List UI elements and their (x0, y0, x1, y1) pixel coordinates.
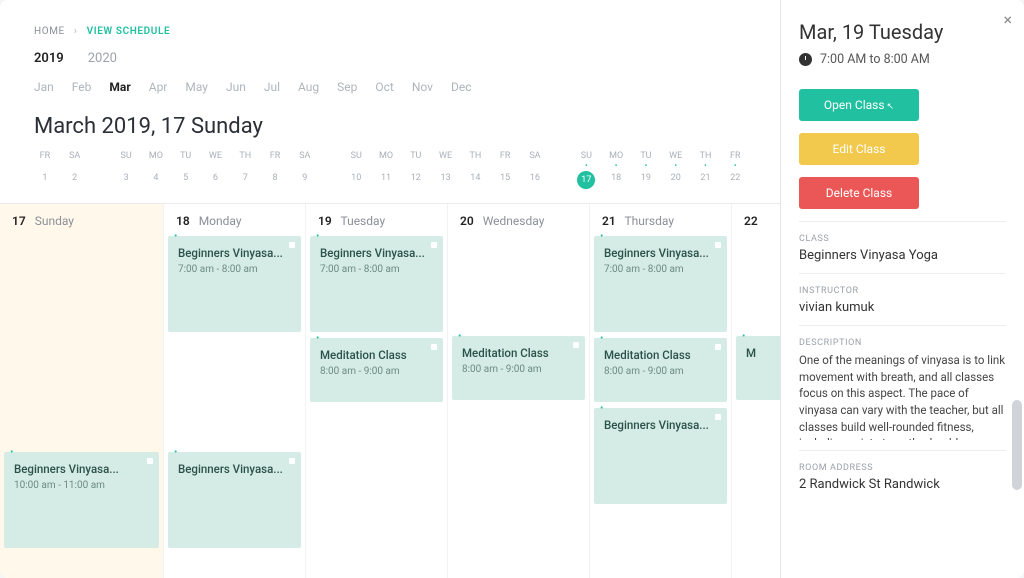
day-header: 19 Tuesday (306, 204, 447, 236)
description-value: One of the meanings of vinyasa is to lin… (799, 352, 1006, 440)
year-option[interactable]: 2019 (34, 51, 64, 66)
panel-time: 7:00 AM to 8:00 AM (799, 52, 1006, 67)
month-selector: Jan Feb Mar Apr May Jun Jul Aug Sep Oct Nov Dec (0, 80, 780, 114)
date-cell[interactable]: MO11 (371, 151, 401, 189)
event-card[interactable]: •Beginners Vinyasa...10:00 am - 11:00 am (4, 452, 159, 548)
close-icon[interactable]: × (1003, 10, 1012, 29)
day-header: 22 (732, 204, 780, 236)
open-class-button[interactable]: Open Class↖ (799, 89, 919, 121)
date-cell[interactable]: WE6 (201, 151, 231, 189)
day-column: 17 Sunday •Beginners Vinyasa...10:00 am -… (0, 204, 164, 578)
date-cell[interactable]: MO18 (601, 151, 631, 189)
date-cell[interactable]: WE20 (661, 151, 691, 189)
year-selector: 2019 2020 (0, 51, 780, 80)
event-card[interactable]: •Meditation Class8:00 am - 9:00 am (310, 338, 443, 402)
day-header: 20 Wednesday (448, 204, 589, 236)
panel-date: Mar, 19 Tuesday (799, 20, 1006, 44)
date-cell[interactable]: TU5 (171, 151, 201, 189)
scrollbar[interactable] (1012, 400, 1022, 490)
month-option[interactable]: Jul (264, 80, 280, 94)
edit-class-button[interactable]: Edit Class (799, 133, 919, 165)
date-cell[interactable]: FR15 (490, 151, 520, 189)
date-cell[interactable]: FR1 (30, 151, 60, 189)
month-option[interactable]: Oct (375, 80, 393, 94)
main-area: HOME › VIEW SCHEDULE 2019 2020 Jan Feb Mar A… (0, 0, 780, 578)
event-card[interactable]: •Meditation Class8:00 am - 9:00 am (452, 336, 585, 400)
event-card[interactable]: •Beginners Vinyasa... (168, 452, 301, 548)
date-cell[interactable]: FR8 (260, 151, 290, 189)
month-option[interactable]: Apr (149, 80, 168, 94)
date-cell[interactable]: TU12 (401, 151, 431, 189)
date-cell[interactable]: FR22 (720, 151, 750, 189)
chevron-right-icon: › (74, 26, 78, 37)
breadcrumb-home[interactable]: HOME (34, 26, 65, 37)
month-option[interactable]: Sep (337, 80, 357, 94)
date-cell[interactable]: SA2 (60, 151, 90, 189)
delete-class-button[interactable]: Delete Class (799, 177, 919, 209)
month-option[interactable]: Mar (109, 80, 130, 94)
date-cell[interactable]: MO4 (141, 151, 171, 189)
date-cell[interactable]: SU17 (571, 151, 601, 189)
breadcrumb-current[interactable]: VIEW SCHEDULE (87, 26, 171, 37)
year-option[interactable]: 2020 (88, 51, 117, 66)
month-option[interactable]: Feb (72, 80, 92, 94)
address-value: 2 Randwick St Randwick (799, 477, 1006, 492)
date-cell[interactable]: SA16 (520, 151, 550, 189)
month-option[interactable]: Jan (34, 80, 54, 94)
month-option[interactable]: Jun (226, 80, 246, 94)
instructor-value: vivian kumuk (799, 300, 1006, 315)
cursor-icon: ↖ (887, 102, 895, 112)
date-cell[interactable]: SA9 (290, 151, 320, 189)
date-cell[interactable]: TU19 (631, 151, 661, 189)
description-label: DESCRIPTION (799, 338, 1006, 348)
panel-time-text: 7:00 AM to 8:00 AM (820, 52, 930, 67)
week-grid: 17 Sunday •Beginners Vinyasa...10:00 am -… (0, 203, 780, 578)
day-column: 22 •M (732, 204, 780, 578)
date-cell[interactable]: TH21 (691, 151, 721, 189)
detail-panel: × Mar, 19 Tuesday 7:00 AM to 8:00 AM Ope… (780, 0, 1024, 578)
event-card[interactable]: •Beginners Vinyasa...7:00 am - 8:00 am (310, 236, 443, 332)
event-card[interactable]: •M (736, 336, 780, 400)
day-column: 21 Thursday•Beginners Vinyasa...7:00 am … (590, 204, 732, 578)
day-column: 19 Tuesday•Beginners Vinyasa...7:00 am -… (306, 204, 448, 578)
day-column: 20 Wednesday •Meditation Class8:00 am - 9… (448, 204, 590, 578)
month-option[interactable]: Nov (412, 80, 433, 94)
event-card[interactable]: •Meditation Class8:00 am - 9:00 am (594, 338, 727, 402)
month-option[interactable]: Aug (298, 80, 319, 94)
event-card[interactable]: •Beginners Vinyasa...7:00 am - 8:00 am (168, 236, 301, 332)
clock-icon (799, 53, 812, 66)
instructor-label: INSTRUCTOR (799, 286, 1006, 296)
class-label: CLASS (799, 234, 1006, 244)
month-option[interactable]: Dec (451, 80, 472, 94)
date-cell[interactable]: TH14 (460, 151, 490, 189)
day-header: 17 Sunday (0, 204, 163, 236)
class-value: Beginners Vinyasa Yoga (799, 248, 1006, 263)
breadcrumb: HOME › VIEW SCHEDULE (0, 0, 780, 51)
day-column: 18 Monday•Beginners Vinyasa...7:00 am - … (164, 204, 306, 578)
address-label: ROOM ADDRESS (799, 463, 1006, 473)
date-cell[interactable]: SU10 (341, 151, 371, 189)
month-option[interactable]: May (185, 80, 208, 94)
date-cell[interactable]: TH7 (230, 151, 260, 189)
page-title: March 2019, 17 Sunday (0, 114, 780, 151)
day-header: 18 Monday (164, 204, 305, 236)
date-cell[interactable]: WE13 (431, 151, 461, 189)
day-header: 21 Thursday (590, 204, 731, 236)
date-strip: FR1SA2SU3MO4TU5WE6TH7FR8SA9SU10MO11TU12W… (0, 151, 780, 203)
event-card[interactable]: •Beginners Vinyasa...7:00 am - 8:00 am (594, 236, 727, 332)
date-cell[interactable]: SU3 (111, 151, 141, 189)
event-card[interactable]: •Beginners Vinyasa... (594, 408, 727, 504)
